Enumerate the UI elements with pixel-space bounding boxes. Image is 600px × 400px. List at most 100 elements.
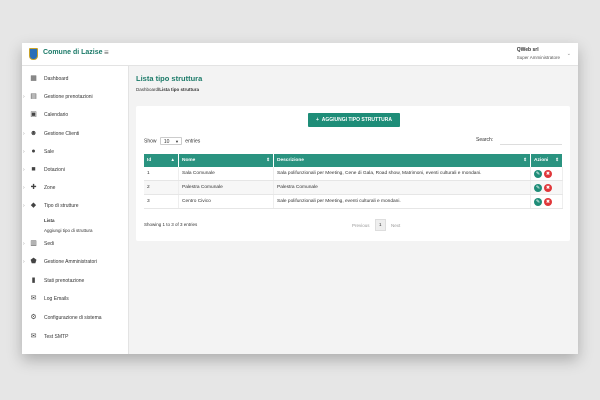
sidebar-item-label: Sale [44, 149, 55, 155]
user-name: QWeb srl [516, 47, 539, 53]
sidebar-item-label: Sedi [44, 241, 55, 247]
dashboard-icon: ▦ [30, 75, 37, 82]
pin-icon: ● [31, 148, 36, 155]
delete-icon[interactable]: ✖ [544, 169, 552, 178]
edit-icon[interactable]: ✎ [534, 183, 542, 192]
add-button-label: AGGIUNGI TIPO STRUTTURA [321, 117, 392, 123]
brand-title[interactable]: Comune di Lazise [43, 49, 103, 56]
envelope-icon: ✉ [30, 333, 37, 340]
chevron-right-icon: › [23, 149, 25, 155]
sidebar-item-label: Zone [44, 185, 56, 191]
chevron-down-icon[interactable]: ⌄ [567, 51, 571, 57]
sidebar-item-label: Dotazioni [44, 167, 65, 173]
sidebar-item-4[interactable]: › ● Sale [22, 146, 128, 158]
users-icon: ☻ [29, 130, 38, 137]
previous-page-button[interactable]: Previous [352, 223, 370, 228]
page-title: Lista tipo struttura [136, 74, 203, 83]
entries-length: Show 10 ▼ entries [144, 137, 200, 145]
table-row: 1 Sala Comunale Sala polifunzionali per … [144, 167, 563, 181]
chevron-right-icon: › [23, 185, 25, 191]
cell-descrizione: Palestra Comunale [273, 180, 531, 195]
app-window: Comune di Lazise ≡ QWeb srl Super Ammini… [22, 43, 578, 354]
entries-select[interactable]: 10 ▼ [159, 137, 182, 145]
sort-icon: ⇕ [555, 157, 559, 162]
sidebar-item-label: Tipo di strutture [44, 203, 79, 209]
sidebar-item-label: Stati prenotazione [44, 278, 85, 284]
sidebar-item-7[interactable]: › ◆ Tipo di strutture [22, 200, 128, 212]
column-header-label: Descrizione [277, 158, 304, 163]
calendar-icon: ▣ [30, 111, 37, 118]
edit-icon[interactable]: ✎ [534, 169, 542, 178]
table-row: 2 Palestra Comunale Palestra Comunale ✎ ✖ [144, 180, 563, 195]
column-header-nome[interactable]: Nome ⇕ [178, 154, 274, 167]
next-page-button[interactable]: Next [391, 223, 400, 228]
show-label: Show [144, 138, 157, 145]
edit-icon[interactable]: ✎ [534, 197, 542, 206]
delete-icon[interactable]: ✖ [544, 197, 552, 206]
building-icon: ▥ [30, 240, 37, 247]
breadcrumb-root[interactable]: Dashboard [136, 87, 158, 92]
gear-icon: ⚙ [30, 314, 37, 321]
cell-id: 3 [144, 194, 179, 209]
breadcrumb: Dashboard/Lista tipo struttura [136, 87, 199, 92]
chevron-right-icon: › [23, 241, 25, 247]
sidebar-subitem-1[interactable]: Aggiungi tipo di struttura [44, 228, 93, 233]
table-row: 3 Centro Civico Sale polifunzionali per … [144, 194, 563, 209]
sidebar-item-5[interactable]: › ■ Dotazioni [22, 164, 128, 176]
chevron-right-icon: › [23, 131, 25, 137]
sidebar-item-label: Dashboard [44, 76, 69, 82]
cell-actions: ✎ ✖ [530, 167, 563, 181]
cell-descrizione: Sala polifunzionali per Meeting, Cene di… [273, 167, 531, 181]
breadcrumb-current: /Lista tipo struttura [158, 87, 200, 92]
chevron-right-icon: › [23, 94, 25, 100]
delete-icon[interactable]: ✖ [544, 183, 552, 192]
column-header-descrizione[interactable]: Descrizione ⇕ [273, 154, 531, 167]
chevron-right-icon: › [23, 167, 25, 173]
column-header-id[interactable]: Id ▲ [144, 154, 179, 167]
table-info: Showing 1 to 3 of 3 entries [144, 222, 198, 227]
structure-types-table: Id ▲ Nome ⇕ Descrizione ⇕ Azioni ⇕ 1 Sala Co… [144, 154, 563, 209]
puzzle-icon: ✚ [30, 184, 37, 191]
sidebar-subitem-0[interactable]: Lista [44, 218, 55, 223]
sidebar-item-12[interactable]: ⚙ Configurazione di sistema [22, 312, 128, 324]
box-icon: ■ [31, 166, 36, 173]
cell-actions: ✎ ✖ [530, 180, 563, 195]
page-1-button[interactable]: 1 [374, 219, 386, 231]
sidebar: ▦ Dashboard › ▤ Gestione prenotazioni ▣ Calend… [22, 66, 129, 354]
sidebar-item-label: Configurazione di sistema [44, 315, 102, 321]
list-icon: ▤ [30, 93, 37, 100]
sidebar-item-label: Test SMTP [44, 334, 69, 340]
add-structure-type-button[interactable]: + AGGIUNGI TIPO STRUTTURA [308, 113, 400, 127]
search-label: Search: [476, 137, 494, 143]
sidebar-item-1[interactable]: › ▤ Gestione prenotazioni [22, 91, 128, 103]
cell-id: 2 [144, 180, 179, 195]
sidebar-item-11[interactable]: ✉ Log Emails [22, 293, 128, 305]
chevron-right-icon: › [23, 203, 25, 209]
sidebar-item-6[interactable]: › ✚ Zone [22, 182, 128, 194]
sidebar-item-label: Gestione prenotazioni [44, 94, 93, 100]
sidebar-item-label: Gestione Clienti [44, 131, 80, 137]
entries-suffix: entries [185, 138, 201, 145]
status-icon: ▮ [31, 277, 36, 284]
sidebar-item-2[interactable]: ▣ Calendario [22, 109, 128, 121]
sidebar-item-10[interactable]: ▮ Stati prenotazione [22, 275, 128, 287]
main-content: Lista tipo struttura Dashboard/Lista tip… [128, 66, 578, 354]
pagination: Previous 1 Next [352, 219, 400, 231]
cell-nome: Centro Civico [178, 194, 274, 209]
menu-toggle-icon[interactable]: ≡ [104, 48, 109, 57]
cell-nome: Sala Comunale [178, 167, 274, 181]
sidebar-item-9[interactable]: › ⬟ Gestione Amministratori [22, 256, 128, 268]
column-header-label: Id [147, 158, 152, 163]
sidebar-item-0[interactable]: ▦ Dashboard [22, 73, 128, 85]
sidebar-item-label: Log Emails [44, 296, 69, 302]
sidebar-item-13[interactable]: ✉ Test SMTP [22, 331, 128, 343]
search-input[interactable] [500, 135, 562, 145]
sidebar-item-3[interactable]: › ☻ Gestione Clienti [22, 128, 128, 140]
shield-icon: ⬟ [30, 258, 37, 265]
sidebar-item-8[interactable]: › ▥ Sedi [22, 238, 128, 250]
list-card: + AGGIUNGI TIPO STRUTTURA Show 10 ▼ entri… [136, 106, 570, 241]
sidebar-item-label: Calendario [44, 112, 69, 118]
user-menu[interactable]: QWeb srl Super Amministratore [517, 47, 560, 60]
column-header-azioni[interactable]: Azioni ⇕ [530, 154, 563, 167]
column-header-label: Azioni [534, 158, 549, 163]
